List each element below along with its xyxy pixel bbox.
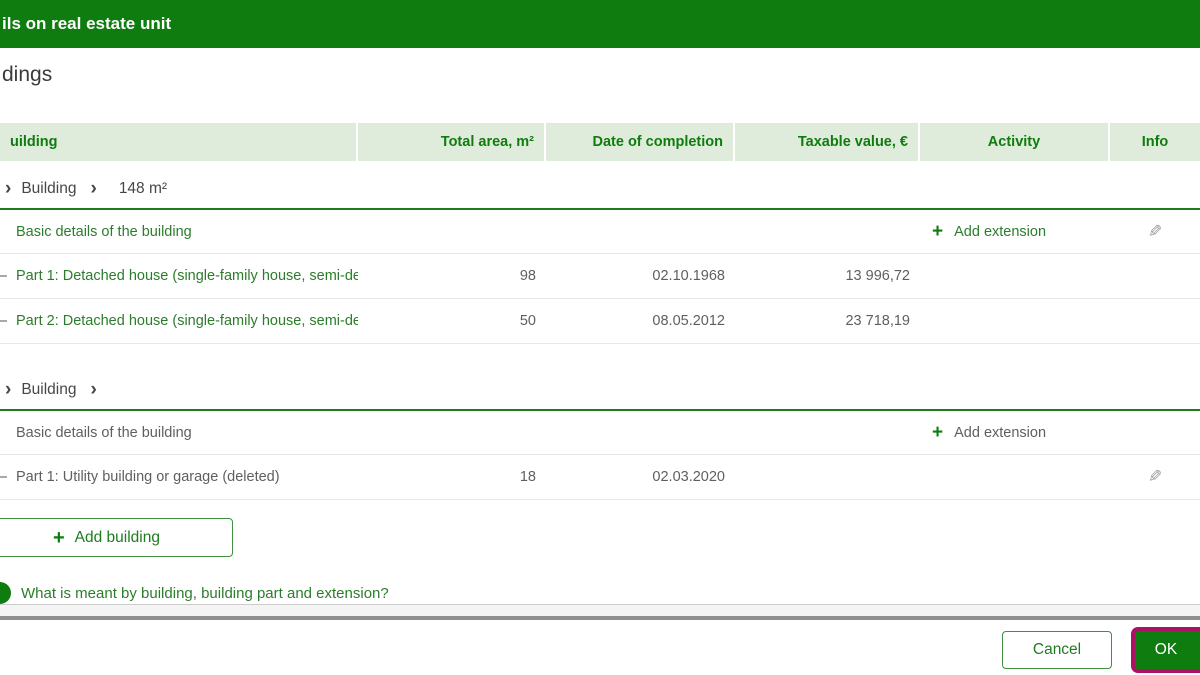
part-link[interactable]: Part 1: Detached house (single-family ho… <box>16 268 358 284</box>
part-completion-date: 02.03.2020 <box>652 469 725 485</box>
page-title: dings <box>2 63 53 86</box>
dash-icon <box>0 476 7 478</box>
part-link[interactable]: Part 2: Detached house (single-family ho… <box>16 313 358 329</box>
building-group-label: Building <box>21 381 77 398</box>
building-part-row: Part 1: Utility building or garage (dele… <box>0 455 1200 500</box>
basic-details-link[interactable]: Basic details of the building <box>0 224 920 240</box>
part-taxable-value: 13 996,72 <box>845 268 910 284</box>
part-completion-date: 08.05.2012 <box>652 313 725 329</box>
basic-details-label: Basic details of the building <box>16 424 192 441</box>
add-building-button[interactable]: + Add building <box>0 518 233 557</box>
column-header-activity: Activity <box>920 123 1110 161</box>
dash-icon <box>0 320 7 322</box>
add-extension-button[interactable]: + Add extension <box>920 222 1110 241</box>
basic-details-row-1: Basic details of the building + Add exte… <box>0 210 1200 254</box>
column-header-total-area: Total area, m² <box>358 123 546 161</box>
dialog-title: ils on real estate unit <box>2 14 172 33</box>
pencil-icon[interactable]: ✎ <box>1148 222 1162 242</box>
ok-button[interactable]: OK <box>1135 631 1200 669</box>
part-completion-date: 02.10.1968 <box>652 268 725 284</box>
add-extension-label: Add extension <box>954 424 1047 441</box>
part-label: Part 1: Utility building or garage (dele… <box>16 469 280 485</box>
help-link[interactable]: What is meant by building, building part… <box>21 585 389 602</box>
chevron-right-icon[interactable]: › <box>5 179 11 198</box>
pencil-icon[interactable]: ✎ <box>1148 467 1162 487</box>
chevron-right-icon[interactable]: › <box>5 380 11 399</box>
part-name-cell: Part 1: Detached house (single-family ho… <box>0 268 358 284</box>
help-icon <box>0 582 11 604</box>
add-extension-button[interactable]: + Add extension <box>920 423 1110 442</box>
column-header-date-of-completion: Date of completion <box>546 123 735 161</box>
add-building-label: Add building <box>74 528 160 546</box>
dialog-footer: Cancel OK <box>0 620 1200 675</box>
part-name-cell: Part 2: Detached house (single-family ho… <box>0 313 358 329</box>
ok-button-focus-ring: OK <box>1131 627 1200 673</box>
part-taxable-value: 23 718,19 <box>845 313 910 329</box>
info-cell: ✎ <box>1110 467 1200 487</box>
table-header: uilding Total area, m² Date of completio… <box>0 123 1200 161</box>
building-group-area: 148 m² <box>118 180 168 197</box>
plus-icon: + <box>52 526 65 549</box>
help-row: What is meant by building, building part… <box>0 582 1200 604</box>
column-header-taxable-value: Taxable value, € <box>735 123 920 161</box>
part-total-area: 50 <box>519 313 536 329</box>
cancel-button[interactable]: Cancel <box>1002 631 1112 669</box>
part-total-area: 98 <box>519 268 536 284</box>
building-group-row-1[interactable]: › Building › 148 m² <box>0 170 1200 210</box>
building-group-row-2[interactable]: › Building › <box>0 371 1200 411</box>
add-extension-label: Add extension <box>954 223 1047 240</box>
part-total-area: 18 <box>519 469 536 485</box>
plus-icon: + <box>932 422 944 443</box>
building-part-row: Part 1: Detached house (single-family ho… <box>0 254 1200 299</box>
plus-icon: + <box>932 221 944 242</box>
info-cell: ✎ <box>1110 222 1200 242</box>
chevron-right-icon: › <box>90 378 97 400</box>
dash-icon <box>0 275 7 277</box>
dialog-header: ils on real estate unit <box>0 0 1200 48</box>
building-part-row: Part 2: Detached house (single-family ho… <box>0 299 1200 344</box>
chevron-right-icon: › <box>90 177 97 199</box>
part-name-cell: Part 1: Utility building or garage (dele… <box>0 469 358 485</box>
building-group-label: Building <box>21 180 77 197</box>
column-header-info: Info <box>1141 134 1169 150</box>
column-header-building: uilding <box>0 123 358 161</box>
basic-details-row-2: Basic details of the building + Add exte… <box>0 411 1200 455</box>
